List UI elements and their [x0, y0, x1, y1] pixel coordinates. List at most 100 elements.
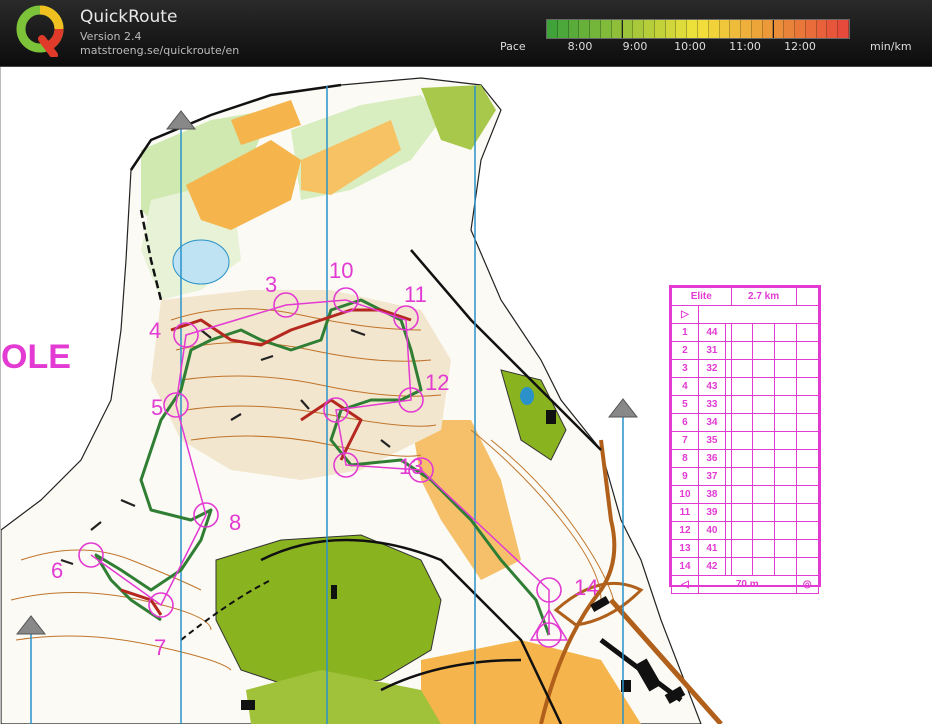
- pace-tick-1: 8:00: [567, 40, 593, 53]
- description-symbol-cell: [730, 395, 754, 414]
- description-symbol-cell: [773, 323, 797, 342]
- description-row: 4 43: [671, 377, 820, 396]
- app-title: QuickRoute: [80, 7, 178, 27]
- control-number-11: 11: [404, 282, 427, 307]
- control-order: 3: [671, 359, 699, 378]
- description-symbol-cell: [773, 485, 797, 504]
- description-row: 10 38: [671, 485, 820, 504]
- description-symbol-cell: [752, 341, 775, 360]
- description-symbol-cell: [795, 413, 820, 432]
- control-code: 31: [697, 341, 726, 360]
- pace-scale-block: [827, 20, 839, 38]
- description-symbol-cell: [795, 539, 820, 558]
- description-row: 12 40: [671, 521, 820, 540]
- control-code: 42: [697, 557, 726, 576]
- description-symbol-cell: [752, 539, 775, 558]
- pace-scale-block: [547, 20, 558, 38]
- pace-scale-block: [633, 20, 645, 38]
- app-version: Version 2.4: [80, 30, 142, 43]
- pace-scale-block: [784, 20, 796, 38]
- description-symbol-cell: [795, 323, 820, 342]
- description-symbol-cell: [730, 521, 754, 540]
- description-cell: [697, 305, 820, 324]
- control-code: 41: [697, 539, 726, 558]
- pace-scale-block: [568, 20, 580, 38]
- description-symbol-cell: [730, 431, 754, 450]
- control-number-8: 8: [229, 510, 241, 535]
- control-number-14: 14: [574, 575, 598, 600]
- pace-scale-block: [665, 20, 677, 38]
- finish-distance: 70 m: [697, 575, 797, 594]
- control-code: 36: [697, 449, 726, 468]
- pace-scale-block: [795, 20, 806, 38]
- description-symbol-cell: [795, 431, 820, 450]
- control-code: 33: [697, 395, 726, 414]
- description-symbol-cell: [773, 521, 797, 540]
- small-pond: [520, 387, 534, 405]
- description-symbol-cell: [730, 341, 754, 360]
- description-symbol-cell: [795, 503, 820, 522]
- description-symbol-cell: [752, 377, 775, 396]
- pace-scale-block: [816, 20, 828, 38]
- pace-color-scale: [546, 19, 850, 39]
- pace-scale-block: [611, 20, 623, 38]
- description-symbol-cell: [752, 323, 775, 342]
- description-symbol-cell: [795, 395, 820, 414]
- control-number-3: 3: [265, 272, 277, 297]
- description-symbol-cell: [795, 557, 820, 576]
- control-order: 6: [671, 413, 699, 432]
- description-symbol-cell: [752, 521, 775, 540]
- finish-row: ◁ 70 m ◎: [671, 575, 820, 594]
- description-symbol-cell: [773, 341, 797, 360]
- pace-scale-block: [687, 20, 698, 38]
- description-symbol-cell: [730, 413, 754, 432]
- description-row: 8 36: [671, 449, 820, 468]
- course-length: 2.7 km: [730, 287, 797, 306]
- description-symbol-cell: [752, 413, 775, 432]
- description-symbol-cell: [752, 431, 775, 450]
- description-symbol-cell: [795, 341, 820, 360]
- description-symbol-cell: [730, 467, 754, 486]
- control-order: 13: [671, 539, 699, 558]
- control-order: 11: [671, 503, 699, 522]
- pace-scale-block: [741, 20, 752, 38]
- control-number-10: 10: [329, 258, 353, 283]
- description-symbol-cell: [752, 557, 775, 576]
- description-symbol-cell: [730, 377, 754, 396]
- pace-label: Pace: [500, 40, 526, 53]
- description-row: 11 39: [671, 503, 820, 522]
- pace-scale-block: [622, 20, 634, 38]
- description-symbol-cell: [773, 539, 797, 558]
- description-symbol-cell: [752, 449, 775, 468]
- description-row: 6 34: [671, 413, 820, 432]
- orienteering-map[interactable]: 3 4 5 6 7 8 10 11 12 13 14 OLE Elite 2.7 …: [0, 67, 932, 724]
- description-symbol-cell: [752, 395, 775, 414]
- pace-scale-block: [773, 20, 785, 38]
- description-symbol-cell: [730, 557, 754, 576]
- pace-tick-4: 11:00: [729, 40, 761, 53]
- description-symbol-cell: [730, 359, 754, 378]
- control-code: 38: [697, 485, 726, 504]
- control-code: 34: [697, 413, 726, 432]
- control-order: 4: [671, 377, 699, 396]
- app-url[interactable]: matstroeng.se/quickroute/en: [80, 44, 239, 57]
- description-table: Elite 2.7 km ▷ 1 44 2 31 3 32 4 43 5 33 6 34 7 35 8 36 9 37 1…: [671, 287, 820, 594]
- control-code: 35: [697, 431, 726, 450]
- control-order: 5: [671, 395, 699, 414]
- description-header-row: Elite 2.7 km: [671, 287, 820, 306]
- description-symbol-cell: [795, 359, 820, 378]
- description-symbol-cell: [752, 467, 775, 486]
- pace-scale-block: [762, 20, 774, 38]
- description-symbol-cell: [773, 449, 797, 468]
- control-order: 8: [671, 449, 699, 468]
- description-row: 7 35: [671, 431, 820, 450]
- pace-unit: min/km: [870, 40, 912, 53]
- control-code: 40: [697, 521, 726, 540]
- description-row: 14 42: [671, 557, 820, 576]
- pace-tick-2: 9:00: [622, 40, 648, 53]
- description-symbol-cell: [795, 485, 820, 504]
- pace-scale-block: [600, 20, 612, 38]
- pace-scale-block: [730, 20, 742, 38]
- control-number-12: 12: [425, 370, 449, 395]
- control-number-5: 5: [151, 395, 163, 420]
